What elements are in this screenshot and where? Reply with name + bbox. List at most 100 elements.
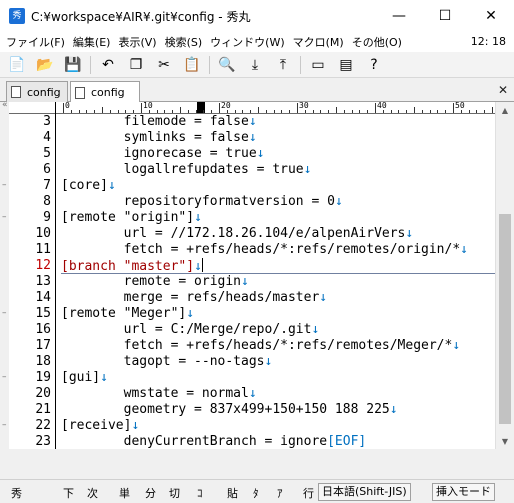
code-line[interactable]: 10 url = //172.18.26.104/e/alpenAirVers↓ (9, 226, 495, 242)
scrollbar-thumb[interactable] (499, 214, 511, 424)
code-line[interactable]: 16 url = C:/Merge/repo/.git↓ (9, 322, 495, 338)
code-line[interactable]: 13 remote = origin↓ (9, 274, 495, 290)
menu-edit[interactable]: 編集(E) (69, 34, 115, 50)
maximize-button[interactable]: ☐ (422, 0, 468, 32)
function-key[interactable]: 下 (58, 485, 79, 501)
help-icon[interactable]: ? (363, 54, 385, 76)
code-line[interactable]: 19 [gui]↓ (9, 370, 495, 386)
tab-config-2[interactable]: config (70, 81, 140, 103)
ruler-tick (94, 110, 96, 113)
save-icon[interactable]: 💾 (62, 54, 84, 76)
ruler-number: 50 (455, 102, 465, 110)
code-line[interactable]: 21 geometry = 837x499+150+150 188 225↓ (9, 402, 495, 418)
line-number: 19 (35, 370, 51, 385)
scroll-down-arrow-icon[interactable]: ▼ (496, 433, 514, 449)
minimize-button[interactable]: — (376, 0, 422, 32)
ruler-tick (414, 107, 415, 113)
column-ruler: 0 10 20 30 40 50 (59, 102, 495, 114)
code-line[interactable]: 12 [branch "master"]↓ (9, 258, 495, 274)
ruler-corner (9, 102, 59, 114)
function-key[interactable]: 分 (140, 485, 161, 501)
code-line[interactable]: 14 merge = refs/heads/master↓ (9, 290, 495, 306)
insert-mode-indicator[interactable]: 挿入モード (432, 483, 495, 501)
ruler-number: 10 (143, 102, 153, 110)
line-number: 5 (43, 146, 51, 161)
ruler-tick (297, 103, 298, 113)
menu-macro[interactable]: マクロ(M) (289, 34, 348, 50)
ruler-number: 20 (221, 102, 231, 110)
code-line[interactable]: 18 tagopt = --no-tags↓ (9, 354, 495, 370)
code-line[interactable]: 3 filemode = false↓ (9, 114, 495, 130)
newline-marker: ↓ (319, 290, 328, 305)
ruler-tick (320, 110, 322, 113)
menu-other[interactable]: その他(O) (348, 34, 406, 50)
newline-marker: ↓ (264, 354, 273, 369)
fold-marker-icon[interactable]: – (2, 372, 7, 382)
function-key[interactable]: 行 (298, 485, 319, 501)
ruler-tick (429, 110, 431, 113)
paste-icon[interactable]: 📋 (181, 54, 203, 76)
fold-marker-icon[interactable]: – (2, 212, 7, 222)
function-key[interactable]: 秀 (6, 485, 27, 501)
fold-marker-icon[interactable]: – (2, 308, 7, 318)
ruler-tick (141, 103, 142, 113)
code-line[interactable]: 20 wmstate = normal↓ (9, 386, 495, 402)
function-key[interactable]: 切 (164, 485, 185, 501)
line-number: 6 (43, 162, 51, 177)
scroll-up-arrow-icon[interactable]: ▲ (496, 102, 514, 118)
ruler-tick (375, 103, 376, 113)
ruler-tick (492, 107, 493, 113)
cut-icon[interactable]: ✂ (153, 54, 175, 76)
close-button[interactable]: ✕ (468, 0, 514, 32)
code-line[interactable]: 7 [core]↓ (9, 178, 495, 194)
vertical-scrollbar[interactable]: ▲ ▼ (495, 102, 514, 449)
fold-gutter: « – – – – – (0, 100, 9, 449)
text-editor[interactable]: 0 10 20 30 40 50 3 filemode = false↓ 4 symlink… (9, 102, 495, 449)
code-line[interactable]: 8 repositoryformatversion = 0↓ (9, 194, 495, 210)
search-icon[interactable]: 🔍 (216, 54, 238, 76)
open-folder-icon[interactable]: 📂 (34, 54, 56, 76)
collapse-chevron-icon[interactable]: « (2, 100, 8, 110)
code-line[interactable]: 23 denyCurrentBranch = ignore[EOF] (9, 434, 495, 449)
function-key[interactable]: 単 (114, 485, 135, 501)
code-line[interactable]: 5 ignorecase = true↓ (9, 146, 495, 162)
code-line[interactable]: 4 symlinks = false↓ (9, 130, 495, 146)
line-text: repositoryformatversion = 0↓ (61, 194, 343, 209)
undo-icon[interactable]: ↶ (97, 54, 119, 76)
function-key[interactable]: 次 (82, 485, 103, 501)
line-text: [receive]↓ (61, 418, 140, 433)
encoding-indicator[interactable]: 日本語(Shift-JIS) (318, 483, 411, 501)
ruler-number: 30 (299, 102, 309, 110)
fold-marker-icon[interactable]: – (2, 180, 7, 190)
window-icon[interactable]: ▭ (307, 54, 329, 76)
ruler-tick (445, 110, 447, 113)
newline-marker: ↓ (303, 162, 312, 177)
ruler-tick (421, 110, 423, 113)
close-tab-icon[interactable]: ✕ (498, 83, 508, 97)
code-line[interactable]: 15 [remote "Meger"]↓ (9, 306, 495, 322)
tab-config-1[interactable]: config (6, 81, 68, 102)
function-key[interactable]: ｺ (192, 485, 208, 501)
copy-icon[interactable]: ❐ (125, 54, 147, 76)
menu-search[interactable]: 検索(S) (161, 34, 207, 50)
menu-window[interactable]: ウィンドウ(W) (206, 34, 288, 50)
function-key[interactable]: 貼 (222, 485, 243, 501)
fold-marker-icon[interactable]: – (2, 420, 7, 430)
menu-file[interactable]: ファイル(F) (0, 34, 69, 50)
code-line[interactable]: 22 [receive]↓ (9, 418, 495, 434)
code-line[interactable]: 17 fetch = +refs/heads/*:refs/remotes/Me… (9, 338, 495, 354)
split-window-icon[interactable]: ▤ (335, 54, 357, 76)
ruler-tick (468, 110, 470, 113)
function-key[interactable]: ﾀ (248, 485, 264, 501)
function-key[interactable]: ｱ (272, 485, 288, 501)
search-down-icon[interactable]: ⤓ (244, 54, 266, 76)
new-file-icon[interactable]: 📄 (6, 54, 28, 76)
search-up-icon[interactable]: ⤒ (272, 54, 294, 76)
ruler-tick (109, 110, 111, 113)
newline-marker: ↓ (241, 274, 249, 289)
code-line[interactable]: 6 logallrefupdates = true↓ (9, 162, 495, 178)
code-line[interactable]: 11 fetch = +refs/heads/*:refs/remotes/or… (9, 242, 495, 258)
code-line[interactable]: 9 [remote "origin"]↓ (9, 210, 495, 226)
menu-view[interactable]: 表示(V) (114, 34, 160, 50)
line-number: 10 (35, 226, 51, 241)
